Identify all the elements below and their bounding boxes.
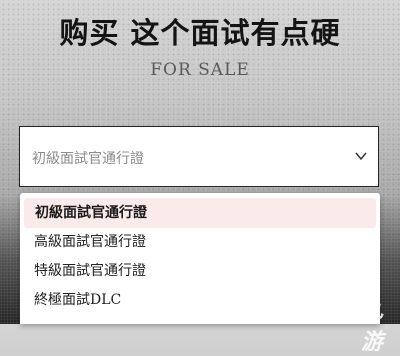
- option-ultimate-dlc[interactable]: 終極面試DLC: [20, 285, 380, 315]
- page-title: 购买 这个面试有点硬: [59, 16, 341, 50]
- option-special-pass[interactable]: 特級面試官通行證: [20, 256, 380, 286]
- select-value: 初級面試官通行證: [32, 151, 144, 167]
- select-dropdown: 初級面試官通行證 高級面試官通行證 特級面試官通行證 終極面試DLC: [20, 193, 380, 324]
- option-senior-pass[interactable]: 高級面試官通行證: [20, 227, 380, 257]
- watermark: 九游: [334, 292, 396, 355]
- pass-select[interactable]: 初級面試官通行證: [19, 126, 379, 187]
- watermark-text: 九游: [361, 297, 384, 355]
- watermark-logo-icon: [337, 294, 356, 319]
- chevron-down-icon: [355, 152, 367, 161]
- option-junior-pass[interactable]: 初級面試官通行證: [24, 198, 376, 228]
- page-subtitle: FOR SALE: [150, 60, 250, 80]
